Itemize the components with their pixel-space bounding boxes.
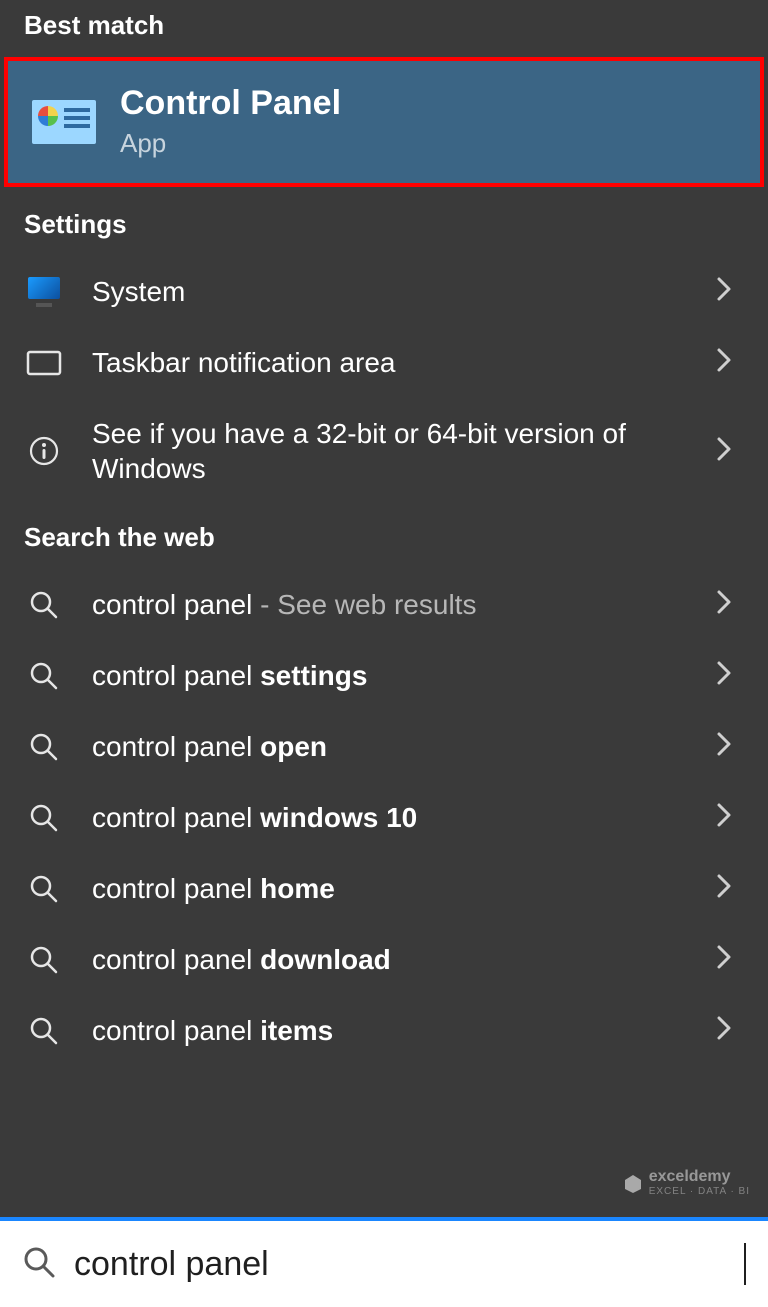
watermark-tag: EXCEL · DATA · BI — [649, 1186, 750, 1197]
web-result-suffix: items — [260, 1015, 333, 1046]
web-result-prefix: control panel — [92, 1015, 260, 1046]
web-result-suffix: windows 10 — [260, 802, 417, 833]
web-result-item[interactable]: control panel items — [0, 995, 768, 1066]
best-match-title: Control Panel — [120, 85, 341, 122]
chevron-right-icon — [704, 588, 744, 621]
web-result-prefix: control panel — [92, 873, 260, 904]
web-result-item[interactable]: control panel settings — [0, 640, 768, 711]
chevron-right-icon — [704, 872, 744, 905]
settings-item-bitness[interactable]: See if you have a 32-bit or 64-bit versi… — [0, 398, 768, 504]
web-result-item[interactable]: control panel home — [0, 853, 768, 924]
chevron-right-icon — [704, 1014, 744, 1047]
web-result-label: control panel - See web results — [92, 587, 676, 622]
web-result-label: control panel settings — [92, 658, 676, 693]
search-input[interactable]: control panel — [74, 1245, 726, 1284]
web-result-item[interactable]: control panel windows 10 — [0, 782, 768, 853]
settings-item-label: Taskbar notification area — [92, 345, 676, 380]
info-icon — [24, 435, 64, 467]
web-result-hint: - See web results — [252, 589, 476, 620]
web-result-prefix: control panel — [92, 944, 260, 975]
watermark: exceldemy EXCEL · DATA · BI — [623, 1168, 750, 1197]
chevron-right-icon — [704, 801, 744, 834]
search-bar[interactable]: control panel — [0, 1217, 768, 1307]
chevron-right-icon — [704, 659, 744, 692]
web-result-prefix: control panel — [92, 731, 260, 762]
web-result-prefix: control panel — [92, 660, 260, 691]
settings-item-label: System — [92, 274, 676, 309]
best-match-text: Control Panel App — [120, 85, 341, 159]
web-result-label: control panel home — [92, 871, 676, 906]
taskbar-icon — [24, 350, 64, 376]
search-icon — [24, 945, 64, 975]
chevron-right-icon — [704, 346, 744, 379]
chevron-right-icon — [704, 435, 744, 468]
web-result-suffix: home — [260, 873, 335, 904]
settings-item-system[interactable]: System — [0, 256, 768, 327]
search-icon — [24, 590, 64, 620]
best-match-subtitle: App — [120, 128, 341, 159]
search-icon — [24, 1016, 64, 1046]
search-icon — [24, 803, 64, 833]
control-panel-icon — [32, 100, 96, 144]
best-match-result[interactable]: Control Panel App — [4, 57, 764, 187]
search-icon — [24, 874, 64, 904]
chevron-right-icon — [704, 730, 744, 763]
web-result-item[interactable]: control panel - See web results — [0, 569, 768, 640]
section-header-best-match: Best match — [0, 0, 768, 57]
search-icon — [24, 661, 64, 691]
settings-item-taskbar[interactable]: Taskbar notification area — [0, 327, 768, 398]
web-result-label: control panel open — [92, 729, 676, 764]
web-result-label: control panel items — [92, 1013, 676, 1048]
system-icon — [24, 277, 64, 307]
web-result-label: control panel windows 10 — [92, 800, 676, 835]
text-caret — [744, 1243, 746, 1285]
web-results-list: control panel - See web resultscontrol p… — [0, 569, 768, 1066]
web-result-suffix: settings — [260, 660, 367, 691]
watermark-brand: exceldemy — [649, 1168, 750, 1186]
chevron-right-icon — [704, 275, 744, 308]
web-result-label: control panel download — [92, 942, 676, 977]
web-result-suffix: download — [260, 944, 391, 975]
windows-search-panel: Best match Control Panel App Settings Sy… — [0, 0, 768, 1307]
chevron-right-icon — [704, 943, 744, 976]
results-area: Best match Control Panel App Settings Sy… — [0, 0, 768, 1307]
search-icon — [24, 732, 64, 762]
search-icon — [22, 1245, 56, 1284]
section-header-settings: Settings — [0, 187, 768, 256]
web-result-suffix: open — [260, 731, 327, 762]
settings-item-label: See if you have a 32-bit or 64-bit versi… — [92, 416, 676, 486]
web-result-prefix: control panel — [92, 802, 260, 833]
web-result-item[interactable]: control panel download — [0, 924, 768, 995]
web-result-prefix: control panel — [92, 589, 252, 620]
section-header-web: Search the web — [0, 504, 768, 569]
web-result-item[interactable]: control panel open — [0, 711, 768, 782]
